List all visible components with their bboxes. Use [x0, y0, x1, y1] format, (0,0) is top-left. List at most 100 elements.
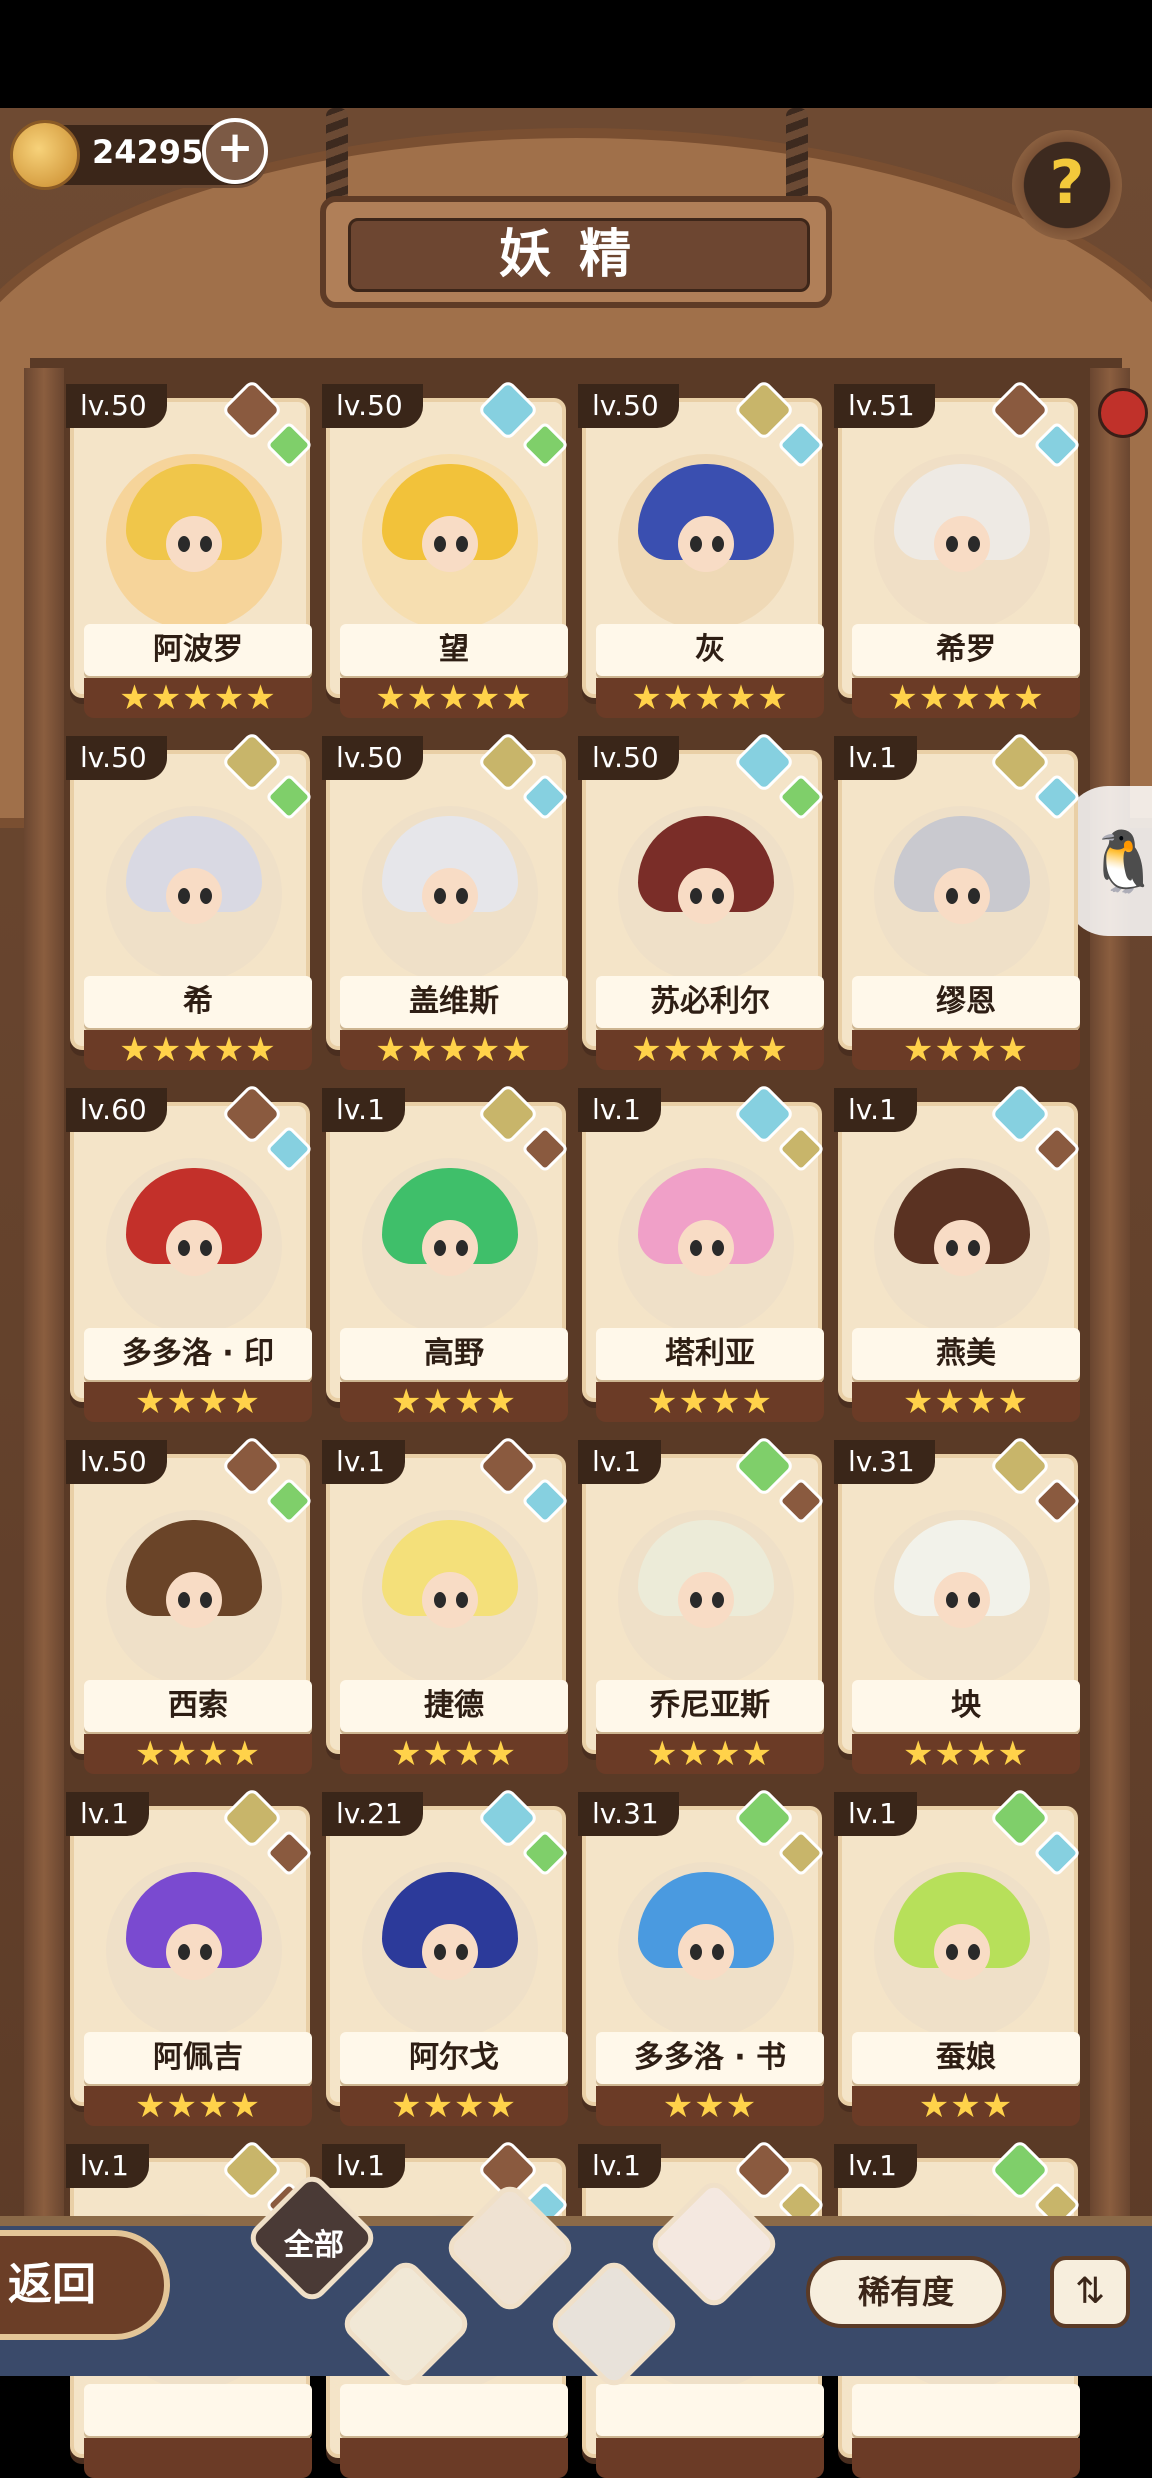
fairy-name: 阿波罗 — [153, 632, 243, 667]
star-rating: ★★★★ — [391, 1382, 517, 1422]
star-rating: ★★★★ — [903, 1734, 1029, 1774]
fairy-eye — [946, 1944, 958, 1960]
level-badge: lv.21 — [322, 1792, 423, 1836]
fairy-card[interactable]: 盖维斯 ★★★★★ lv.50 — [322, 730, 570, 1070]
level-badge: lv.51 — [834, 384, 935, 428]
fairy-card[interactable]: 高野 ★★★★ lv.1 — [322, 1082, 570, 1422]
level-badge: lv.31 — [578, 1792, 679, 1836]
fairy-face — [166, 1572, 222, 1628]
fairy-portrait — [106, 454, 282, 630]
level-badge: lv.1 — [834, 2144, 917, 2188]
name-ribbon: 坱 — [852, 1680, 1080, 1732]
fairy-eye — [946, 536, 958, 552]
stars-bar: ★★★★ — [84, 1382, 312, 1422]
fairy-eye — [200, 1592, 212, 1608]
fairy-card[interactable]: 缪恩 ★★★★ lv.1 — [834, 730, 1082, 1070]
fairy-face — [422, 1572, 478, 1628]
stars-bar: ★★★★ — [852, 1382, 1080, 1422]
fairy-face — [678, 1572, 734, 1628]
fairy-face — [678, 1220, 734, 1276]
star-rating: ★★★★★ — [631, 1030, 789, 1070]
left-pillar — [24, 368, 64, 2368]
level-badge: lv.1 — [322, 2144, 405, 2188]
star-rating: ★★★★ — [135, 2086, 261, 2126]
star-rating: ★★★★★ — [119, 678, 277, 718]
name-ribbon — [340, 2384, 568, 2436]
status-bar — [0, 0, 1152, 108]
star-rating: ★★★★★ — [375, 1030, 533, 1070]
help-button[interactable]: ? — [1012, 130, 1122, 240]
fairy-card[interactable]: 多多洛 · 印 ★★★★ lv.60 — [66, 1082, 314, 1422]
fairy-portrait — [874, 454, 1050, 630]
fairy-card[interactable]: 望 ★★★★★ lv.50 — [322, 378, 570, 718]
right-pillar — [1090, 368, 1130, 2368]
fairy-card[interactable]: 捷德 ★★★★ lv.1 — [322, 1434, 570, 1774]
star-rating: ★★★ — [662, 2086, 758, 2126]
level-badge: lv.1 — [578, 1440, 661, 1484]
fairy-eye — [690, 888, 702, 904]
fairy-name: 西索 — [168, 1688, 228, 1723]
fairy-name: 蚕娘 — [936, 2040, 996, 2075]
name-ribbon — [596, 2384, 824, 2436]
fairy-name: 缪恩 — [936, 984, 996, 1019]
fairy-card[interactable]: 乔尼亚斯 ★★★★ lv.1 — [578, 1434, 826, 1774]
level-badge: lv.1 — [834, 736, 917, 780]
fairy-name: 捷德 — [424, 1688, 484, 1723]
fairy-card[interactable]: 多多洛 · 书 ★★★ lv.31 — [578, 1786, 826, 2126]
stars-bar — [84, 2438, 312, 2478]
stars-bar — [852, 2438, 1080, 2478]
fairy-name: 希罗 — [936, 632, 996, 667]
stars-bar: ★★★★ — [596, 1734, 824, 1774]
fairy-eye — [456, 536, 468, 552]
fairy-face — [934, 1220, 990, 1276]
fairy-card[interactable]: 希罗 ★★★★★ lv.51 — [834, 378, 1082, 718]
add-coins-button[interactable]: + — [202, 118, 268, 184]
star-rating: ★★★★ — [135, 1382, 261, 1422]
fairy-eye — [946, 1240, 958, 1256]
stars-bar: ★★★★★ — [340, 678, 568, 718]
level-badge: lv.50 — [66, 736, 167, 780]
fairy-card[interactable]: 阿佩吉 ★★★★ lv.1 — [66, 1786, 314, 2126]
fairy-face — [934, 1924, 990, 1980]
fairy-name: 燕美 — [936, 1336, 996, 1371]
fairy-eye — [712, 1240, 724, 1256]
fairy-card[interactable]: 阿波罗 ★★★★★ lv.50 — [66, 378, 314, 718]
sort-by-rarity-button[interactable]: 稀有度 — [806, 2256, 1006, 2328]
fairy-portrait — [362, 454, 538, 630]
fairy-portrait — [362, 806, 538, 982]
fairy-card[interactable]: 阿尔戈 ★★★★ lv.21 — [322, 1786, 570, 2126]
name-ribbon: 阿波罗 — [84, 624, 312, 676]
fairy-eye — [200, 1240, 212, 1256]
fairy-portrait — [618, 1158, 794, 1334]
name-ribbon: 苏必利尔 — [596, 976, 824, 1028]
fairy-card[interactable]: 苏必利尔 ★★★★★ lv.50 — [578, 730, 826, 1070]
fairy-eye — [456, 1944, 468, 1960]
fairy-name: 乔尼亚斯 — [650, 1688, 770, 1723]
name-ribbon: 望 — [340, 624, 568, 676]
sort-order-button[interactable]: ⇅ — [1050, 2256, 1130, 2328]
fairy-portrait — [362, 1158, 538, 1334]
name-ribbon: 乔尼亚斯 — [596, 1680, 824, 1732]
fairy-eye — [946, 888, 958, 904]
fairy-card[interactable]: 灰 ★★★★★ lv.50 — [578, 378, 826, 718]
fairy-card[interactable]: 西索 ★★★★ lv.50 — [66, 1434, 314, 1774]
fairy-card[interactable]: 燕美 ★★★★ lv.1 — [834, 1082, 1082, 1422]
fairy-eye — [968, 1592, 980, 1608]
name-ribbon: 燕美 — [852, 1328, 1080, 1380]
back-button[interactable]: 返回 — [0, 2230, 170, 2340]
fairy-card[interactable]: 坱 ★★★★ lv.31 — [834, 1434, 1082, 1774]
stars-bar: ★★★★★ — [596, 1030, 824, 1070]
name-ribbon: 蚕娘 — [852, 2032, 1080, 2084]
fairy-eye — [200, 888, 212, 904]
fairy-card[interactable]: 希 ★★★★★ lv.50 — [66, 730, 314, 1070]
fairy-card[interactable]: 蚕娘 ★★★ lv.1 — [834, 1786, 1082, 2126]
star-rating: ★★★★ — [391, 1734, 517, 1774]
fairy-name: 高野 — [424, 1336, 484, 1371]
fairy-name: 塔利亚 — [665, 1336, 755, 1371]
star-rating: ★★★★ — [391, 2086, 517, 2126]
fairy-name: 希 — [183, 984, 213, 1019]
stars-bar: ★★★★ — [340, 2086, 568, 2126]
fairy-name: 阿尔戈 — [409, 2040, 499, 2075]
fairy-card[interactable]: 塔利亚 ★★★★ lv.1 — [578, 1082, 826, 1422]
fairy-eye — [968, 1240, 980, 1256]
